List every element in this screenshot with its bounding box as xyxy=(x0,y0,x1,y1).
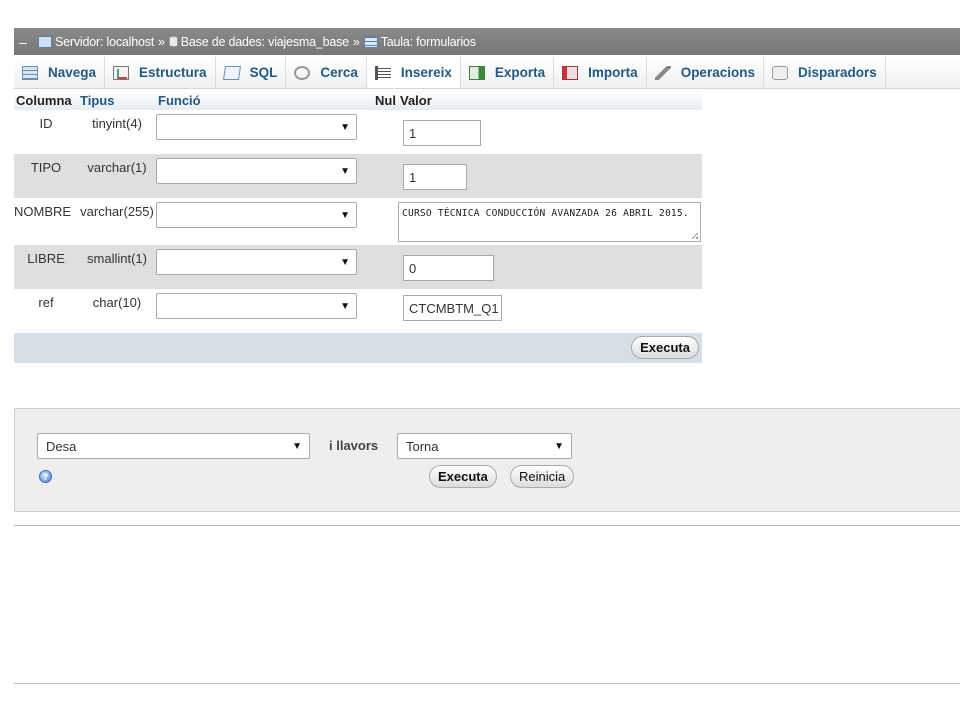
tab-label: Estructura xyxy=(139,65,207,80)
divider xyxy=(14,683,960,684)
function-select[interactable]: ▼ xyxy=(156,202,357,228)
insert-icon xyxy=(374,65,391,80)
breadcrumb-separator: » xyxy=(352,34,360,49)
breadcrumb-database-label[interactable]: Base de dades: viajesma_base xyxy=(181,35,349,49)
function-select[interactable]: ▼ xyxy=(156,114,357,140)
breadcrumb-table-label[interactable]: Taula: formularios xyxy=(381,35,476,49)
tab-bar: Navega Estructura SQL Cerca Insereix Exp… xyxy=(14,57,960,89)
chevron-down-icon: ▼ xyxy=(340,256,350,268)
header-value: Valor xyxy=(398,90,702,110)
breadcrumb-table[interactable]: Taula: formularios xyxy=(363,35,476,49)
search-icon xyxy=(294,65,311,80)
value-input[interactable]: CTCMBTM_Q1 xyxy=(403,295,502,321)
server-icon xyxy=(38,35,52,48)
tab-structure[interactable]: Estructura xyxy=(105,57,216,88)
action-select[interactable]: Desa ▼ xyxy=(37,433,310,459)
divider xyxy=(14,525,960,526)
column-type: smallint(1) xyxy=(87,251,147,266)
and-then-label: i llavors xyxy=(329,438,379,453)
header-function[interactable]: Funció xyxy=(156,90,366,110)
database-icon xyxy=(168,36,178,47)
header-type[interactable]: Tipus xyxy=(78,90,156,110)
chevron-down-icon: ▼ xyxy=(554,440,564,452)
tab-sql[interactable]: SQL xyxy=(216,57,287,88)
null-cell xyxy=(366,289,398,333)
breadcrumb-server-label[interactable]: Servidor: localhost xyxy=(55,35,154,49)
insert-form-header: Columna Tipus Funció Nul Valor xyxy=(14,90,702,110)
table-icon xyxy=(363,35,378,48)
action-select-value: Desa xyxy=(46,438,77,454)
header-column: Columna xyxy=(14,90,78,110)
tab-label: Cerca xyxy=(320,65,358,80)
help-icon[interactable]: ? xyxy=(39,470,52,483)
null-cell xyxy=(366,154,398,198)
triggers-icon xyxy=(771,65,788,80)
chevron-down-icon: ▼ xyxy=(292,440,302,452)
collapse-toggle[interactable]: – xyxy=(14,34,32,50)
value-textarea[interactable]: CURSO TÉCNICA CONDUCCIÓN AVANZADA 26 ABR… xyxy=(398,202,701,242)
export-icon xyxy=(468,65,485,80)
chevron-down-icon: ▼ xyxy=(340,165,350,177)
function-select[interactable]: ▼ xyxy=(156,293,357,319)
breadcrumb-server[interactable]: Servidor: localhost xyxy=(38,35,154,49)
table-row: TIPO varchar(1) ▼ 1 xyxy=(14,154,702,198)
then-select-value: Torna xyxy=(406,438,439,454)
after-insert-panel: Desa ▼ i llavors Torna ▼ ? Executa Reini… xyxy=(14,408,960,512)
header-null: Nul xyxy=(366,90,398,110)
column-name: LIBRE xyxy=(27,251,65,266)
chevron-down-icon: ▼ xyxy=(340,121,350,133)
function-select[interactable]: ▼ xyxy=(156,249,357,275)
breadcrumb-separator: » xyxy=(158,34,165,49)
tab-insert[interactable]: Insereix xyxy=(366,57,461,88)
tab-label: Navega xyxy=(48,65,97,80)
breadcrumb-database[interactable]: Base de dades: viajesma_base xyxy=(168,35,349,49)
tab-label: Disparadors xyxy=(797,65,877,80)
execute-button[interactable]: Executa xyxy=(631,336,699,359)
tab-label: SQL xyxy=(249,65,278,80)
column-type: varchar(255) xyxy=(80,204,154,219)
tab-label: Exporta xyxy=(494,65,546,80)
table-row: ref char(10) ▼ CTCMBTM_Q1 xyxy=(14,289,702,333)
tab-triggers[interactable]: Disparadors xyxy=(764,57,886,88)
column-type: char(10) xyxy=(92,295,142,310)
column-name: TIPO xyxy=(30,160,62,175)
chevron-down-icon: ▼ xyxy=(340,209,350,221)
value-input[interactable]: 0 xyxy=(403,255,494,281)
tab-import[interactable]: Importa xyxy=(554,57,647,88)
column-name: ID xyxy=(39,116,53,131)
tab-operations[interactable]: Operacions xyxy=(647,57,764,88)
null-cell xyxy=(366,245,398,289)
execute-button[interactable]: Executa xyxy=(429,465,497,488)
import-icon xyxy=(562,65,579,80)
value-input[interactable]: 1 xyxy=(403,164,467,190)
tab-browse[interactable]: Navega xyxy=(14,57,106,88)
column-type: varchar(1) xyxy=(87,160,147,175)
column-type: tinyint(4) xyxy=(92,116,142,131)
sql-icon xyxy=(222,65,241,80)
null-cell xyxy=(366,198,398,245)
chevron-down-icon: ▼ xyxy=(340,300,350,312)
value-input[interactable]: 1 xyxy=(403,120,481,146)
insert-form-table: Columna Tipus Funció Nul Valor ID tinyin… xyxy=(14,90,702,363)
column-name: NOMBRE xyxy=(14,204,72,219)
browse-icon xyxy=(22,65,38,80)
breadcrumb-bar: – Servidor: localhost » Base de dades: v… xyxy=(14,28,960,55)
tab-label: Importa xyxy=(588,65,638,80)
table-row: NOMBRE varchar(255) ▼ CURSO TÉCNICA COND… xyxy=(14,198,702,245)
tab-label: Operacions xyxy=(680,65,755,80)
structure-icon xyxy=(113,65,130,80)
reset-button[interactable]: Reinicia xyxy=(510,465,575,488)
table-row: ID tinyint(4) ▼ 1 xyxy=(14,110,702,154)
wrench-icon xyxy=(654,65,671,80)
form-footer: Executa xyxy=(14,333,702,363)
tab-label: Insereix xyxy=(400,65,452,80)
tab-export[interactable]: Exporta xyxy=(461,57,555,88)
then-select[interactable]: Torna ▼ xyxy=(397,433,572,459)
table-row: LIBRE smallint(1) ▼ 0 xyxy=(14,245,702,289)
tab-search[interactable]: Cerca xyxy=(286,57,367,88)
function-select[interactable]: ▼ xyxy=(156,158,357,184)
null-cell xyxy=(366,110,398,154)
column-name: ref xyxy=(38,295,54,310)
